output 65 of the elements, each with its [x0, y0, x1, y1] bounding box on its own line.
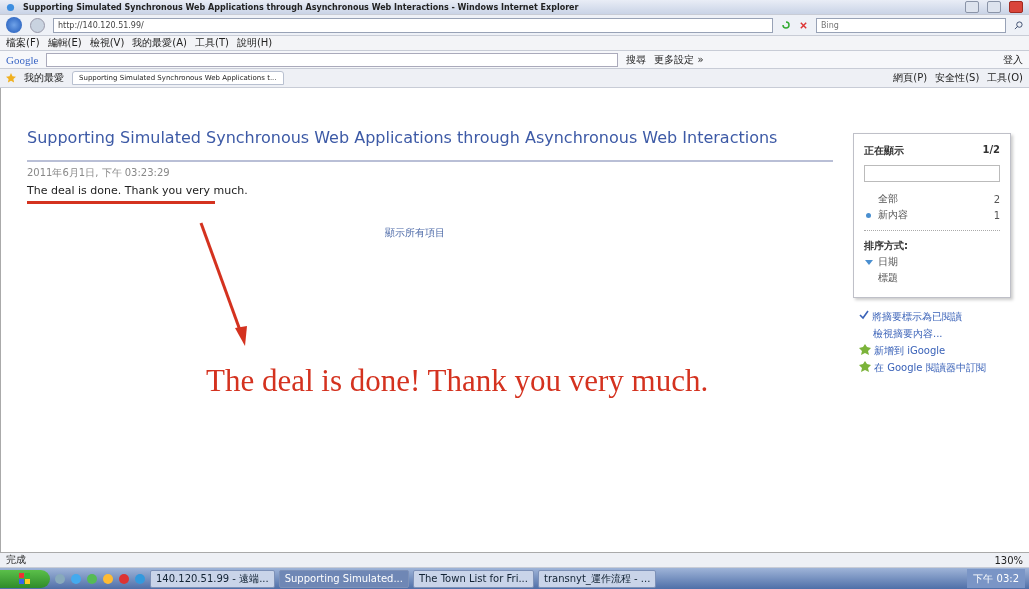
close-icon[interactable]: [799, 20, 808, 30]
ie-icon: [6, 2, 15, 12]
filter-count: 1: [993, 209, 1000, 221]
zoom-level[interactable]: 130%: [994, 554, 1023, 566]
filter-option[interactable]: 新內容: [878, 208, 908, 222]
favorites-button[interactable]: 我的最愛: [24, 71, 64, 85]
address-field[interactable]: http://140.120.51.99/: [53, 17, 773, 33]
command-button[interactable]: 安全性(S): [935, 71, 980, 85]
taskbar-item[interactable]: 140.120.51.99 - 遠端...: [150, 569, 275, 588]
annotation-text: The deal is done! Thank you very much.: [206, 363, 709, 399]
sign-in-link[interactable]: 登入: [1003, 52, 1023, 67]
windows-logo-icon: [19, 572, 31, 585]
quick-launch-icon[interactable]: [134, 572, 146, 585]
filter-count: 2: [993, 193, 1000, 205]
menu-item[interactable]: 檢視(V): [89, 36, 125, 50]
item-count: 1/2: [982, 144, 1000, 157]
back-button[interactable]: [6, 17, 22, 33]
refresh-icon[interactable]: [781, 20, 791, 30]
post-date: 2011年6月1日, 下午 03:23:29: [27, 166, 171, 180]
clock: 下午 03:2: [973, 571, 1019, 586]
minimize-button[interactable]: [965, 1, 979, 13]
close-button[interactable]: [1009, 1, 1023, 13]
quick-launch-icon[interactable]: [102, 572, 114, 585]
post-message: The deal is done. Thank you very much.: [27, 184, 248, 197]
plus-icon: [859, 344, 871, 355]
menu-item[interactable]: 編輯(E): [47, 36, 82, 50]
show-all-link[interactable]: 顯示所有項目: [385, 226, 445, 240]
star-icon: [6, 73, 16, 83]
feed-link[interactable]: 檢視摘要內容...: [873, 327, 943, 341]
filter-option[interactable]: 全部: [878, 192, 898, 206]
window-title: Supporting Simulated Synchronous Web Applications through Asynchronous Web Interactions - Windows Internet Explorer: [23, 2, 579, 12]
checkmark-icon: [859, 310, 869, 320]
quick-launch-icon[interactable]: [86, 572, 98, 585]
status-text: 完成: [6, 553, 26, 567]
maximize-button[interactable]: [987, 1, 1001, 13]
more-settings-link[interactable]: 更多設定 »: [654, 52, 704, 67]
sort-option[interactable]: 標題: [878, 271, 898, 285]
search-field[interactable]: Bing: [816, 17, 1006, 33]
google-search-field[interactable]: [46, 52, 619, 67]
quick-launch-icon[interactable]: [70, 572, 82, 585]
command-button[interactable]: 工具(O): [987, 71, 1023, 85]
page-title: Supporting Simulated Synchronous Web Applications through Asynchronous Web Interactions: [27, 128, 778, 148]
quick-launch-icon[interactable]: [54, 572, 66, 585]
command-button[interactable]: 網頁(P): [893, 71, 928, 85]
search-button[interactable]: 搜尋: [626, 52, 647, 67]
feed-link[interactable]: 將摘要標示為已閱讀: [872, 310, 962, 324]
plus-icon: [859, 361, 871, 372]
taskbar-item[interactable]: transnyt_運作流程 - ...: [537, 569, 657, 588]
taskbar-item[interactable]: The Town List for Fri...: [412, 569, 534, 588]
menu-item[interactable]: 說明(H): [236, 36, 273, 50]
feed-link[interactable]: 在 Google 閱讀器中訂閱: [874, 361, 986, 375]
forward-button[interactable]: [30, 17, 45, 33]
quick-launch-icon[interactable]: [118, 572, 130, 585]
search-icon[interactable]: [1014, 20, 1023, 30]
sort-option[interactable]: 日期: [878, 255, 898, 269]
sort-heading: 排序方式:: [864, 239, 909, 253]
panel-heading: 正在顯示: [864, 144, 904, 158]
google-logo: Google: [6, 53, 39, 66]
menu-item[interactable]: 工具(T): [195, 36, 229, 50]
menu-item[interactable]: 我的最愛(A): [132, 36, 187, 50]
taskbar-item[interactable]: Supporting Simulated...: [278, 569, 409, 588]
filter-field[interactable]: [864, 165, 1000, 182]
feed-link[interactable]: 新增到 iGoogle: [874, 344, 946, 358]
start-button[interactable]: [0, 569, 50, 588]
menu-item[interactable]: 檔案(F): [6, 36, 40, 50]
